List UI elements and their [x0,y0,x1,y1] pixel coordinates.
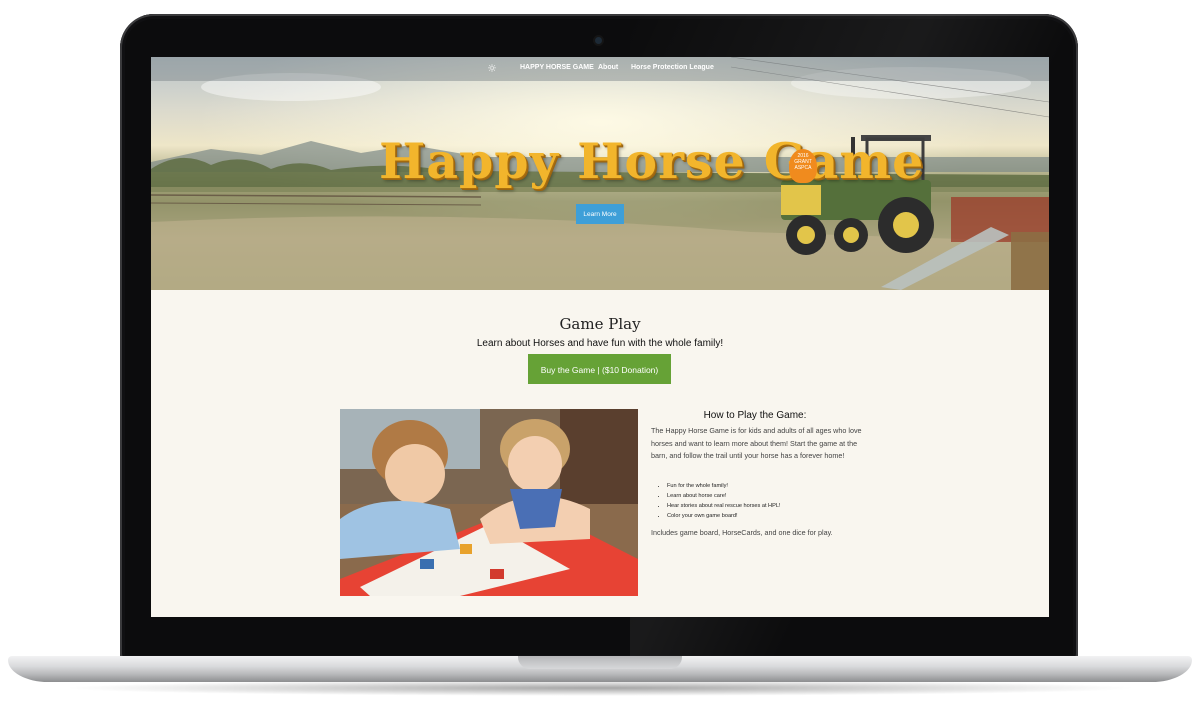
hero-banner: ☼ HAPPY HORSE GAME About Horse Protectio… [151,57,1049,290]
nav-item-about[interactable]: About [598,64,618,71]
buy-game-button[interactable]: Buy the Game | ($10 Donation) [528,354,671,384]
learn-more-button[interactable]: Learn More [576,204,624,224]
howto-title: How to Play the Game: [703,410,807,421]
browser-screen: ☼ HAPPY HORSE GAME About Horse Protectio… [151,57,1049,617]
grant-badge: 2016 GRANT ASPCA [789,149,817,183]
howto-description: The Happy Horse Game is for kids and adu… [651,426,862,460]
section-title: Game Play [559,315,641,333]
list-item: Hear stories about real rescue horses at… [667,501,879,511]
list-item: Learn about horse care! [667,491,879,501]
kids-playing-photo [340,409,638,596]
laptop-notch [518,656,682,669]
section-subtitle: Learn about Horses and have fun with the… [476,338,724,349]
howto-feature-list: Fun for the whole family! Learn about ho… [651,481,879,521]
includes-text: Includes game board, HorseCards, and one… [651,528,833,537]
top-navbar: ☼ HAPPY HORSE GAME About Horse Protectio… [151,57,1049,81]
hero-title: Happy Horse Game [379,132,925,190]
webcam-icon [595,37,602,44]
kids-photo-illustration [340,409,638,596]
horse-logo-icon[interactable]: ☼ [484,62,500,76]
nav-item-horse-protection-league[interactable]: Horse Protection League [631,64,714,71]
nav-item-happy-horse-game[interactable]: HAPPY HORSE GAME [520,64,594,71]
list-item: Color your own game board! [667,511,879,521]
laptop-shadow [60,680,1140,696]
list-item: Fun for the whole family! [667,481,879,491]
badge-org: ASPCA [794,165,812,171]
